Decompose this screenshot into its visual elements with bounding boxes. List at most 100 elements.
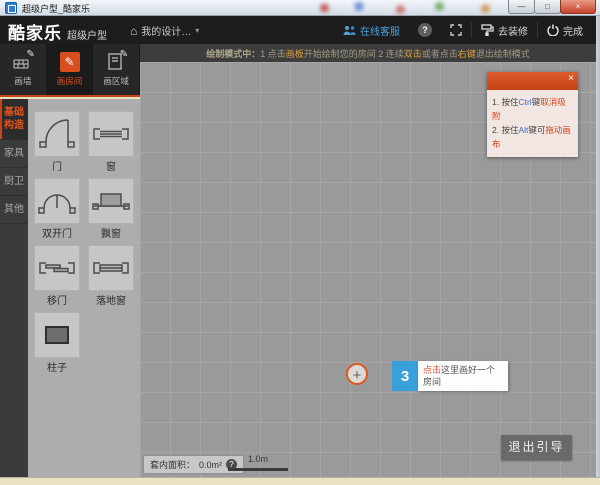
snap-tip-body: 1. 按住Ctrl键取消吸附 2. 按住Alt键可拖动画布: [487, 90, 578, 157]
go-decorate-button[interactable]: 去装修: [472, 23, 537, 38]
sliding-door-icon: [37, 248, 77, 288]
maximize-button[interactable]: □: [534, 0, 561, 14]
window-titlebar: 超级户型_酷家乐 — □ ×: [0, 0, 600, 16]
drawing-canvas[interactable]: × 1. 按住Ctrl键取消吸附 2. 按住Alt键可拖动画布 + 3 点击这里…: [140, 62, 596, 477]
tool-draw-room[interactable]: ✎ 画房间: [47, 44, 94, 95]
online-service-label: 在线客服: [360, 23, 400, 38]
scale-label: 1.0m: [228, 454, 288, 464]
snap-tip-popup: × 1. 按住Ctrl键取消吸附 2. 按住Alt键可拖动画布: [487, 72, 578, 157]
snap-tip-header: ×: [487, 72, 578, 90]
logo-sub: 超级户型: [67, 27, 107, 42]
pillar-icon: [37, 315, 77, 355]
home-icon: ⌂: [130, 24, 137, 38]
app-logo: 酷家乐 超级户型: [8, 19, 107, 44]
double-door-icon: [37, 181, 77, 221]
palette-item-label: 柱子: [34, 359, 80, 372]
snap-tip-line: 1. 按住Ctrl键取消吸附: [492, 95, 573, 123]
door-icon: [37, 114, 77, 154]
scale-bar: [228, 468, 288, 471]
my-design-label: 我的设计…: [141, 23, 191, 38]
tool-label: 画墙: [14, 75, 31, 87]
tool-label: 画区域: [103, 75, 129, 87]
tip-text: 键可: [528, 125, 545, 135]
close-icon: ×: [576, 2, 581, 11]
app-window: 超级户型_酷家乐 — □ × 酷家乐 超级户型 ⌂ 我的设计… ▾ 在线客服: [0, 0, 600, 485]
hint-text: 开始绘制您的房间 2 连续: [304, 47, 404, 60]
guide-action: 点击: [423, 365, 441, 375]
draw-area-icon: ✎: [106, 52, 126, 72]
app-header: 酷家乐 超级户型 ⌂ 我的设计… ▾ 在线客服 ?: [0, 16, 600, 44]
palette-item-pillar[interactable]: 柱子: [34, 312, 80, 372]
people-icon: [343, 25, 356, 36]
palette-item-sliding-door[interactable]: 移门: [34, 245, 80, 305]
online-service-button[interactable]: 在线客服: [334, 23, 409, 38]
power-icon: [547, 24, 559, 36]
hint-label: 绘制模式中：: [206, 47, 260, 60]
hint-highlight: 画板: [286, 47, 304, 60]
window-icon: [91, 114, 131, 154]
logo-main: 酷家乐: [8, 19, 62, 44]
tool-draw-area[interactable]: ✎ 画区域: [93, 44, 140, 95]
palette-item-label: 门: [34, 158, 80, 171]
tab-other[interactable]: 其他: [0, 196, 28, 224]
my-design-menu[interactable]: ⌂ 我的设计… ▾: [130, 23, 199, 38]
window-title: 超级户型_酷家乐: [22, 2, 90, 15]
hint-text: 1 点击: [260, 47, 286, 60]
palette-item-label: 落地窗: [88, 292, 134, 305]
palette-item-label: 窗: [88, 158, 134, 171]
help-icon: ?: [418, 23, 432, 37]
exit-guide-button[interactable]: 退出引导: [501, 435, 572, 460]
draw-start-target[interactable]: +: [346, 363, 368, 385]
palette-item-double-door[interactable]: 双开门: [34, 178, 80, 238]
guide-step-number: 3: [392, 361, 418, 391]
item-palette: 门 窗 双开门 飘窗: [28, 99, 140, 477]
close-button[interactable]: ×: [560, 0, 596, 14]
area-label: 套内面积：: [150, 458, 195, 471]
tip-text: 键: [532, 97, 541, 107]
plus-icon: +: [353, 367, 362, 384]
header-actions: 在线客服 ? 去装修 完成: [334, 16, 592, 44]
fullscreen-icon: [450, 24, 462, 36]
palette-item-bay-window[interactable]: 飘窗: [88, 178, 134, 238]
bay-window-icon: [91, 181, 131, 221]
window-bottom-border: [0, 477, 600, 485]
draw-room-icon: ✎: [60, 52, 80, 72]
tool-draw-wall[interactable]: ✎ 画墙: [0, 44, 47, 95]
tip-text: 2. 按住: [492, 125, 518, 135]
palette-item-door[interactable]: 门: [34, 111, 80, 171]
draw-wall-icon: ✎: [13, 52, 33, 72]
finish-button[interactable]: 完成: [538, 23, 592, 38]
tab-basic-structure[interactable]: 基础构造: [0, 99, 28, 140]
tip-text: 1. 按住: [492, 97, 518, 107]
tab-furniture[interactable]: 家具: [0, 140, 28, 168]
category-tabs: 基础构造 家具 厨卫 其他: [0, 99, 28, 477]
go-decorate-label: 去装修: [498, 23, 528, 38]
fullscreen-button[interactable]: [441, 24, 471, 36]
floor-window-icon: [91, 248, 131, 288]
palette-item-window[interactable]: 窗: [88, 111, 134, 171]
chevron-down-icon: ▾: [195, 26, 199, 35]
close-icon[interactable]: ×: [568, 73, 574, 84]
hint-text: 或者点击: [422, 47, 458, 60]
palette-item-floor-window[interactable]: 落地窗: [88, 245, 134, 305]
hint-highlight: 双击: [404, 47, 422, 60]
minimize-button[interactable]: —: [508, 0, 535, 14]
paint-roller-icon: [481, 24, 494, 36]
palette-item-label: 飘窗: [88, 225, 134, 238]
tab-kitchen-bath[interactable]: 厨卫: [0, 168, 28, 196]
tip-key: Alt: [518, 125, 528, 135]
guide-step-tooltip: 点击这里画好一个房间: [418, 361, 508, 391]
maximize-icon: □: [545, 2, 550, 11]
hint-highlight: 右键: [458, 47, 476, 60]
pencil-icon: ✎: [60, 52, 80, 72]
hint-text: 退出绘制模式: [476, 47, 530, 60]
window-controls: — □ ×: [509, 0, 596, 14]
window-right-border: [596, 16, 600, 477]
tip-key: Ctrl: [518, 97, 531, 107]
pencil-icon: ✎: [120, 49, 128, 60]
app-icon: [5, 2, 17, 14]
help-button[interactable]: ?: [409, 23, 441, 37]
palette-item-label: 双开门: [34, 225, 80, 238]
background-blur: [290, 0, 520, 16]
pencil-icon: ✎: [26, 49, 34, 60]
